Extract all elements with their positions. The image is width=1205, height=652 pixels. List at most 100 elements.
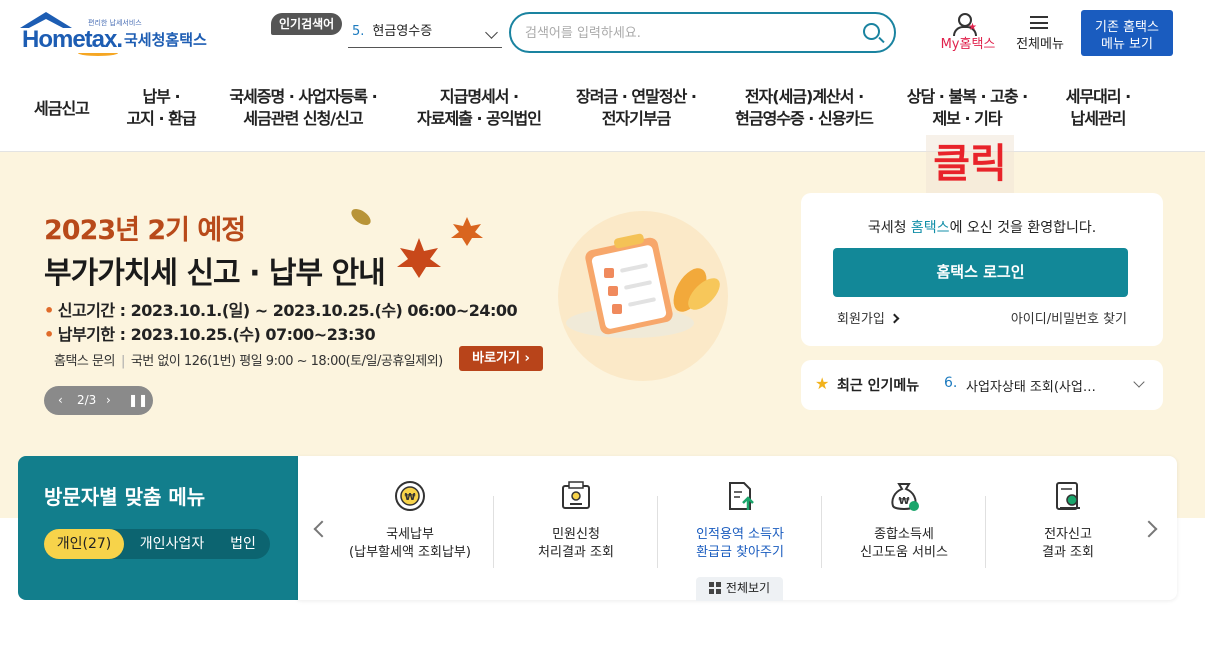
all-menu-button[interactable]: 전체메뉴	[1010, 12, 1070, 52]
nav-label: 국세증명 · 사업자등록 ·	[229, 87, 377, 106]
leaves-decoration-icon	[673, 268, 720, 312]
popular-menu-label: 최근 인기메뉴	[837, 378, 920, 394]
find-id-password-link[interactable]: 아이디/비밀번호 찾기	[1011, 308, 1127, 327]
popular-menu-dropdown[interactable]: ★ 최근 인기메뉴 6. 사업자상태 조회(사업…	[801, 360, 1163, 410]
quick-menu-carousel: ₩ 국세납부 (납부할세액 조회납부) 민원신청 처리결과 조회 인적용역 소득자환…	[298, 456, 1177, 601]
chevron-right-icon[interactable]: ›	[106, 386, 111, 415]
banner-inquiry: 홈택스 문의 | 국번 없이 126(1번) 평일 9:00 ~ 18:00(토/일…	[54, 354, 443, 369]
logo-org: 국세청홈택스	[124, 31, 207, 49]
nav-item-statement[interactable]: 지급명세서 · 자료제출 · 공익법인	[413, 86, 545, 130]
nav-label: 상담 · 불복 · 고충 ·	[906, 87, 1028, 106]
main-nav: 세금신고 납부 · 고지 · 환급 국세증명 · 사업자등록 · 세금관련 신청/신…	[0, 72, 1205, 152]
nav-label: 장려금 · 연말정산 ·	[576, 87, 697, 106]
quick-item-line: 종합소득세	[874, 527, 934, 542]
welcome-suffix: 에 오신 것을 환영합니다.	[949, 220, 1097, 236]
quick-item-tax-payment[interactable]: ₩ 국세납부 (납부할세액 조회납부)	[328, 480, 492, 570]
search-icon[interactable]	[863, 23, 880, 40]
join-link[interactable]: 회원가입	[837, 308, 900, 327]
chevron-left-icon[interactable]: ‹	[58, 386, 63, 415]
popular-search-badge: 인기검색어	[271, 13, 343, 35]
quick-item-income-tax[interactable]: ₩ 종합소득세신고도움 서비스	[822, 480, 986, 570]
banner-go-button[interactable]: 바로가기 ›	[459, 346, 543, 371]
banner-pager: ‹ 2/3 › ❚❚	[44, 386, 153, 415]
welcome-hometax-link[interactable]: 홈택스	[911, 220, 950, 236]
welcome-text: 국세청 홈택스에 오신 것을 환영합니다.	[801, 217, 1163, 237]
my-hometax-label: My홈택스	[940, 37, 996, 52]
tab-individual[interactable]: 개인(27)	[44, 529, 124, 559]
quick-item-label: 민원신청 처리결과 조회	[494, 526, 658, 562]
hamburger-icon	[1030, 16, 1048, 29]
nav-label: 전자기부금	[601, 109, 672, 128]
nav-item-agent[interactable]: 세무대리 · 납세관리	[1062, 86, 1134, 130]
popular-keyword: 현금영수증	[372, 24, 433, 39]
quick-item-line: 국세납부	[386, 527, 434, 542]
visitor-type-toggle: 개인(27) 개인사업자 법인	[44, 529, 270, 559]
quick-item-e-filing-result[interactable]: 전자신고결과 조회	[986, 480, 1150, 570]
search-input[interactable]	[525, 22, 845, 44]
popular-keyword-select[interactable]: 5. 현금영수증	[348, 16, 502, 48]
inquiry-text: 국번 없이 126(1번) 평일 9:00 ~ 18:00(토/일/공휴일제외)	[130, 354, 443, 369]
banner-period: • 신고기간 : 2023.10.1.(일) ~ 2023.10.25.(수) 0…	[44, 301, 518, 320]
nav-item-tax-return[interactable]: 세금신고	[34, 98, 90, 120]
quick-item-line: 처리결과 조회	[538, 545, 614, 560]
leaf-icon	[351, 209, 371, 225]
won-coin-icon: ₩	[395, 481, 425, 511]
quick-item-line: 결과 조회	[1042, 545, 1094, 560]
banner-deadline: • 납부기한 : 2023.10.25.(수) 07:00~23:30	[44, 325, 376, 344]
nav-label: 자료제출 · 공익법인	[417, 109, 542, 128]
quick-item-line: 인적용역 소득자	[696, 527, 784, 542]
popular-menu-num: 6.	[944, 375, 958, 391]
pause-icon[interactable]: ❚❚	[128, 386, 148, 415]
banner-deadline-text: 납부기한 : 2023.10.25.(수) 07:00~23:30	[57, 325, 376, 344]
nav-item-e-invoice[interactable]: 전자(세금)계산서 · 현금영수증 · 신용카드	[731, 86, 877, 130]
nav-item-consulting[interactable]: 상담 · 불복 · 고충 · 제보 · 기타	[904, 86, 1030, 130]
pager-count: 2/3	[77, 393, 97, 407]
nav-label: 전자(세금)계산서 ·	[744, 87, 864, 106]
nav-label: 제보 · 기타	[932, 109, 1002, 128]
star-icon: ★	[968, 22, 977, 33]
chevron-down-icon	[485, 26, 498, 39]
svg-text:₩: ₩	[404, 492, 415, 503]
quick-item-line: 전자신고	[1044, 527, 1092, 542]
nav-label: 고지 · 환급	[126, 109, 196, 128]
quick-item-label: 종합소득세신고도움 서비스	[822, 526, 986, 562]
nav-label: 현금영수증 · 신용카드	[735, 109, 874, 128]
nav-label: 지급명세서 ·	[439, 87, 519, 106]
nav-item-payment[interactable]: 납부 · 고지 · 환급	[126, 86, 196, 130]
old-menu-button[interactable]: 기존 홈택스 메뉴 보기	[1081, 10, 1173, 56]
inquiry-label: 홈택스 문의	[54, 354, 115, 369]
all-menu-label: 전체메뉴	[1016, 37, 1064, 52]
tab-sole-proprietor[interactable]: 개인사업자	[128, 529, 216, 559]
quick-item-line: 신고도움 서비스	[860, 545, 948, 560]
quick-item-label: 전자신고결과 조회	[986, 526, 1150, 562]
welcome-prefix: 국세청	[867, 220, 911, 236]
maple-leaf-icon	[451, 217, 483, 246]
hometax-logo[interactable]: 편리한 납세서비스 Hometax. 국세청홈택스	[18, 12, 218, 58]
nav-label: 세금관련 신청/신고	[243, 109, 363, 128]
money-bag-icon: ₩	[891, 483, 919, 511]
login-button[interactable]: 홈택스 로그인	[833, 248, 1128, 297]
certificate-icon	[562, 481, 590, 509]
join-label: 회원가입	[837, 312, 885, 327]
quick-item-line: 환급금 찾아주기	[696, 545, 784, 560]
tab-corporation[interactable]: 법인	[220, 529, 266, 559]
nav-label: 납세관리	[1070, 109, 1127, 128]
star-icon: ★	[815, 374, 830, 393]
quick-item-label: 인적용역 소득자환급금 찾아주기	[658, 526, 822, 562]
old-menu-line2: 메뉴 보기	[1101, 36, 1153, 52]
report-result-icon	[1056, 482, 1080, 510]
banner-title-2: 부가가치세 신고 · 납부 안내	[44, 256, 386, 291]
view-all-button[interactable]: 전체보기	[696, 577, 783, 601]
visitor-menu-panel: 방문자별 맞춤 메뉴 개인(27) 개인사업자 법인	[18, 456, 298, 600]
svg-text:₩: ₩	[898, 496, 909, 507]
nav-item-certificate[interactable]: 국세증명 · 사업자등록 · 세금관련 신청/신고	[226, 86, 380, 130]
nav-label: 세무대리 ·	[1065, 87, 1132, 106]
my-hometax-button[interactable]: ★ My홈택스	[936, 12, 1000, 52]
view-all-label: 전체보기	[725, 581, 771, 595]
grid-icon	[708, 582, 721, 594]
go-label: 바로가기	[472, 351, 520, 366]
quick-item-refund[interactable]: 인적용역 소득자환급금 찾아주기	[658, 480, 822, 570]
quick-item-civil-petition[interactable]: 민원신청 처리결과 조회	[494, 480, 658, 570]
nav-item-incentive[interactable]: 장려금 · 연말정산 · 전자기부금	[573, 86, 699, 130]
search-box	[509, 12, 896, 53]
